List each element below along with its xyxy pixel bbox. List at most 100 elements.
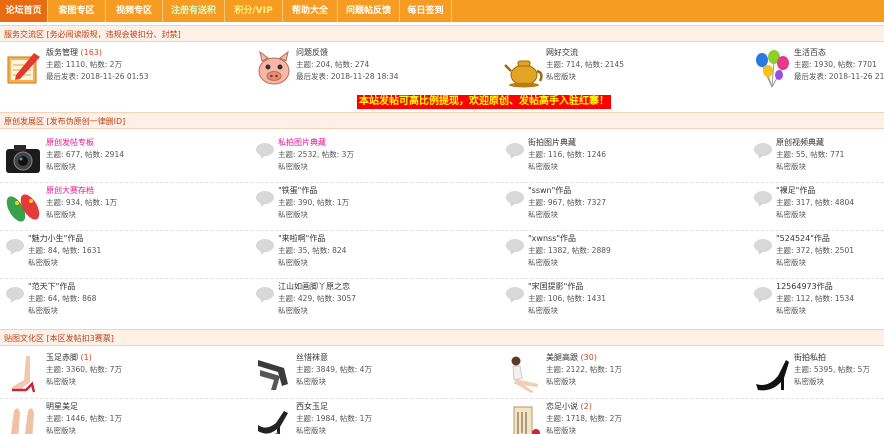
forum-last-post[interactable]: 私密版块	[776, 257, 806, 268]
forum-last-post[interactable]: 私密版块	[28, 305, 58, 316]
forum-name[interactable]: 私拍图片典藏	[278, 138, 326, 147]
forum-name[interactable]: "xwnss"作品	[528, 234, 576, 243]
forum-last-post[interactable]: 私密版块	[46, 376, 76, 387]
forum-last-post[interactable]: 私密版块	[278, 305, 308, 316]
forum-name[interactable]: 西女玉足	[296, 402, 328, 411]
forum-name[interactable]: "铁蛋"作品	[278, 186, 317, 195]
promo-banner[interactable]: 本站发帖可高比例提现，欢迎原创、发帖高手入驻红寨！	[357, 95, 611, 109]
forum-last-post[interactable]: 私密版块	[528, 209, 558, 220]
forum-last-post[interactable]: 私密版块	[546, 425, 576, 434]
forum-name[interactable]: "来啦啊"作品	[278, 234, 325, 243]
forum-item[interactable]: 生活百态 主题: 1930, 帖数: 7701 最后发表: 2018-11-26…	[752, 47, 884, 93]
forum-name[interactable]: 恋足小说	[546, 402, 578, 411]
forum-last-post[interactable]: 私密版块	[278, 209, 308, 220]
section-header-culture[interactable]: 贴图文化区 [本区发帖扣3赛票]	[0, 329, 884, 346]
forum-name[interactable]: "524524"作品	[776, 234, 830, 243]
forum-item[interactable]: 西女玉足 主题: 1984, 帖数: 1万 私密版块	[254, 401, 494, 434]
sitting-woman-icon	[511, 356, 538, 393]
forum-item[interactable]: "裸足"作品 主题: 317, 帖数: 4804 私密版块	[752, 185, 884, 231]
forum-name[interactable]: 街拍私拍	[794, 353, 826, 362]
speech-bubble-icon	[256, 287, 274, 300]
forum-name[interactable]: 生活百态	[794, 48, 826, 57]
nav-daily-signin[interactable]: 每日签到	[400, 0, 452, 22]
forum-item[interactable]: 原创大赛存档 主题: 934, 帖数: 1万 私密版块	[4, 185, 244, 231]
forum-item[interactable]: 12564973作品 主题: 112, 帖数: 1534 私密版块	[752, 281, 884, 327]
forum-item[interactable]: "铁蛋"作品 主题: 390, 帖数: 1万 私密版块	[254, 185, 494, 231]
forum-name[interactable]: 问题反馈	[296, 48, 328, 57]
forum-item[interactable]: 街拍私拍 主题: 5395, 帖数: 5万 私密版块	[752, 352, 884, 398]
forum-name[interactable]: "裸足"作品	[776, 186, 815, 195]
forum-name[interactable]: "宋国提影"作品	[528, 282, 583, 291]
forum-last-post[interactable]: 最后发表: 2018-11-26 21:5	[794, 71, 884, 82]
forum-last-post[interactable]: 最后发表: 2018-11-28 18:34	[296, 71, 399, 82]
forum-name[interactable]: 美腿高跟	[546, 353, 578, 362]
forum-name[interactable]: 原创大赛存档	[46, 186, 94, 195]
forum-item[interactable]: 街拍图片典藏 主题: 116, 帖数: 1246 私密版块	[504, 137, 744, 183]
nav-video-zone[interactable]: 视频专区	[106, 0, 163, 22]
forum-last-post[interactable]: 私密版块	[528, 305, 558, 316]
forum-item[interactable]: 原创视频典藏 主题: 55, 帖数: 771 私密版块	[752, 137, 884, 183]
forum-stats: 主题: 714, 帖数: 2145	[546, 60, 624, 69]
forum-name[interactable]: 丝惜袜意	[296, 353, 328, 362]
nav-register-bonus[interactable]: 注册有送积	[163, 0, 225, 22]
forum-item[interactable]: 原创发帖专板 主题: 677, 帖数: 2914 私密版块	[4, 137, 244, 183]
notepad-pencil-icon	[7, 53, 40, 84]
forum-name[interactable]: 玉足赤脚	[46, 353, 78, 362]
forum-last-post[interactable]: 私密版块	[278, 161, 308, 172]
forum-item[interactable]: 江山如画脚丫原之恋 主题: 429, 帖数: 3057 私密版块	[254, 281, 494, 327]
forum-last-post[interactable]: 私密版块	[296, 425, 326, 434]
forum-item[interactable]: "魅力小生"作品 主题: 84, 帖数: 1631 私密版块	[4, 233, 244, 279]
forum-name[interactable]: 12564973作品	[776, 282, 833, 291]
forum-item[interactable]: 丝惜袜意 主题: 3849, 帖数: 4万 私密版块	[254, 352, 494, 398]
speech-bubble-icon	[754, 143, 772, 156]
forum-last-post[interactable]: 私密版块	[776, 161, 806, 172]
forum-name[interactable]: "范天下"作品	[28, 282, 75, 291]
forum-item[interactable]: 美腿高跟 (30) 主题: 2122, 帖数: 1万 私密版块	[504, 352, 744, 398]
nav-points-vip[interactable]: 积分/VIP	[225, 0, 283, 22]
forum-item[interactable]: "sswn"作品 主题: 967, 帖数: 7327 私密版块	[504, 185, 744, 231]
forum-item[interactable]: 版务管理 (163) 主题: 1110, 帖数: 2万 最后发表: 2018-1…	[4, 47, 244, 93]
forum-item[interactable]: 问题反馈 主题: 204, 帖数: 274 最后发表: 2018-11-28 1…	[254, 47, 494, 93]
forum-last-post[interactable]: 私密版块	[546, 376, 576, 387]
forum-last-post[interactable]: 私密版块	[296, 376, 326, 387]
forum-item[interactable]: 玉足赤脚 (1) 主题: 3360, 帖数: 7万 私密版块	[4, 352, 244, 398]
forum-name[interactable]: 明星美足	[46, 402, 78, 411]
forum-item[interactable]: 私拍图片典藏 主题: 2532, 帖数: 3万 私密版块	[254, 137, 494, 183]
nav-feedback[interactable]: 问题帖反馈	[338, 0, 400, 22]
forum-item[interactable]: 明星美足 主题: 1446, 帖数: 1万 私密版块	[4, 401, 244, 434]
forum-name[interactable]: "sswn"作品	[528, 186, 571, 195]
forum-name[interactable]: 原创发帖专板	[46, 138, 94, 147]
forum-item[interactable]: 网好交流 主题: 714, 帖数: 2145 私密版块	[504, 47, 744, 93]
forum-name[interactable]: 网好交流	[546, 48, 578, 57]
section-header-service[interactable]: 服务交流区 [务必阅读版规，违规会被扣分、封禁]	[0, 25, 884, 42]
nav-help[interactable]: 帮助大全	[283, 0, 338, 22]
forum-name[interactable]: 江山如画脚丫原之恋	[278, 282, 350, 291]
forum-name[interactable]: 版务管理	[46, 48, 78, 57]
forum-item[interactable]: 恋足小说 (2) 主题: 1718, 帖数: 2万 私密版块	[504, 401, 744, 434]
stocking-legs-icon	[258, 360, 288, 390]
forum-last-post[interactable]: 私密版块	[278, 257, 308, 268]
forum-last-post[interactable]: 私密版块	[46, 209, 76, 220]
forum-last-post[interactable]: 私密版块	[546, 71, 576, 82]
forum-last-post[interactable]: 私密版块	[794, 376, 824, 387]
forum-last-post[interactable]: 私密版块	[528, 257, 558, 268]
section-header-original[interactable]: 原创发展区 [发布伪原创一律删ID]	[0, 112, 884, 129]
forum-name[interactable]: 原创视频典藏	[776, 138, 824, 147]
forum-last-post[interactable]: 私密版块	[46, 425, 76, 434]
forum-item[interactable]: "宋国提影"作品 主题: 106, 帖数: 1431 私密版块	[504, 281, 744, 327]
speech-bubble-icon	[506, 239, 524, 252]
forum-item[interactable]: "来啦啊"作品 主题: 35, 帖数: 824 私密版块	[254, 233, 494, 279]
forum-item[interactable]: "xwnss"作品 主题: 1382, 帖数: 2889 私密版块	[504, 233, 744, 279]
forum-last-post[interactable]: 私密版块	[528, 161, 558, 172]
forum-item[interactable]: "范天下"作品 主题: 64, 帖数: 868 私密版块	[4, 281, 244, 327]
forum-name[interactable]: "魅力小生"作品	[28, 234, 83, 243]
forum-item[interactable]: "524524"作品 主题: 372, 帖数: 2501 私密版块	[752, 233, 884, 279]
forum-name[interactable]: 街拍图片典藏	[528, 138, 576, 147]
nav-image-zone[interactable]: 套图专区	[48, 0, 106, 22]
forum-last-post[interactable]: 私密版块	[776, 305, 806, 316]
nav-forum-home[interactable]: 论坛首页	[0, 0, 48, 22]
forum-last-post[interactable]: 最后发表: 2018-11-26 01:53	[46, 71, 149, 82]
forum-last-post[interactable]: 私密版块	[46, 161, 76, 172]
forum-last-post[interactable]: 私密版块	[28, 257, 58, 268]
forum-last-post[interactable]: 私密版块	[776, 209, 806, 220]
